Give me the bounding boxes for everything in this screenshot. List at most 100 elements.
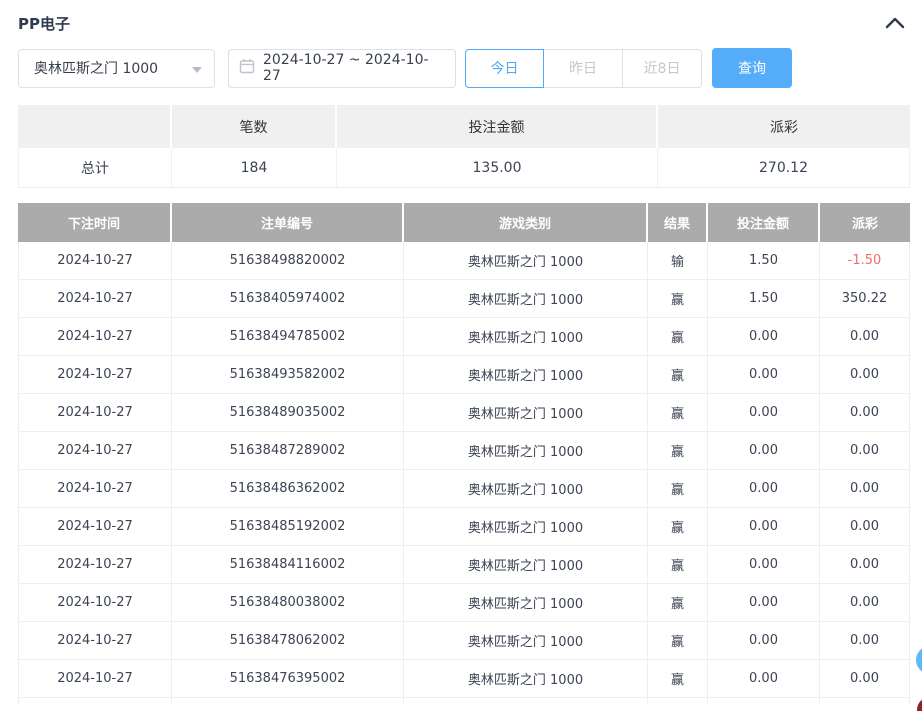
cell-order-no: 51638498820002 xyxy=(172,242,404,280)
cell-result: 赢 xyxy=(648,622,708,660)
cell-game-type: 奥林匹斯之门 1000 xyxy=(404,280,648,318)
detail-table-body: 2024-10-27 51638498820002 奥林匹斯之门 1000 输 … xyxy=(18,242,910,705)
cell-payout xyxy=(820,698,910,705)
collapse-button[interactable] xyxy=(885,14,905,33)
table-row xyxy=(18,698,910,705)
cell-order-no: 51638405974002 xyxy=(172,280,404,318)
cell-bet-amount: 0.00 xyxy=(708,584,820,622)
table-row: 2024-10-27 51638486362002 奥林匹斯之门 1000 赢 … xyxy=(18,470,910,508)
floating-chat-button[interactable] xyxy=(916,646,922,674)
detail-header-bet-time: 下注时间 xyxy=(18,203,172,242)
cell-order-no: 51638480038002 xyxy=(172,584,404,622)
cell-payout: 0.00 xyxy=(820,470,910,508)
cell-bet-time: 2024-10-27 xyxy=(18,356,172,394)
summary-header-empty xyxy=(18,105,172,148)
cell-bet-amount xyxy=(708,698,820,705)
cell-order-no: 51638476395002 xyxy=(172,660,404,698)
cell-bet-amount: 0.00 xyxy=(708,470,820,508)
cell-order-no: 51638489035002 xyxy=(172,394,404,432)
cell-result: 赢 xyxy=(648,394,708,432)
cell-bet-time: 2024-10-27 xyxy=(18,280,172,318)
cell-payout: 350.22 xyxy=(820,280,910,318)
quick-range-group: 今日 昨日 近8日 xyxy=(465,49,702,88)
table-row: 2024-10-27 51638489035002 奥林匹斯之门 1000 赢 … xyxy=(18,394,910,432)
cell-payout: 0.00 xyxy=(820,508,910,546)
cell-payout: 0.00 xyxy=(820,660,910,698)
cell-bet-amount: 0.00 xyxy=(708,356,820,394)
detail-header-row: 下注时间 注单编号 游戏类别 结果 投注金额 派彩 xyxy=(18,203,910,242)
detail-header-bet-amount: 投注金额 xyxy=(708,203,820,242)
quick-range-yesterday[interactable]: 昨日 xyxy=(544,49,623,88)
cell-game-type: 奥林匹斯之门 1000 xyxy=(404,508,648,546)
panel-title: PP电子 xyxy=(18,13,70,34)
cell-order-no xyxy=(172,698,404,705)
cell-payout: 0.00 xyxy=(820,432,910,470)
cell-game-type: 奥林匹斯之门 1000 xyxy=(404,470,648,508)
cell-bet-amount: 0.00 xyxy=(708,660,820,698)
cell-result xyxy=(648,698,708,705)
cell-result: 赢 xyxy=(648,584,708,622)
detail-header-order-no: 注单编号 xyxy=(172,203,404,242)
floating-promo-button[interactable] xyxy=(917,697,922,711)
table-row: 2024-10-27 51638480038002 奥林匹斯之门 1000 赢 … xyxy=(18,584,910,622)
cell-order-no: 51638485192002 xyxy=(172,508,404,546)
summary-table: 笔数 投注金额 派彩 总计 184 135.00 270.12 xyxy=(18,105,910,188)
summary-total-bet-amount: 135.00 xyxy=(337,148,658,188)
cell-order-no: 51638484116002 xyxy=(172,546,404,584)
cell-bet-amount: 0.00 xyxy=(708,394,820,432)
cell-payout: 0.00 xyxy=(820,318,910,356)
cell-bet-amount: 1.50 xyxy=(708,242,820,280)
table-row: 2024-10-27 51638498820002 奥林匹斯之门 1000 输 … xyxy=(18,242,910,280)
cell-payout: 0.00 xyxy=(820,546,910,584)
cell-bet-time: 2024-10-27 xyxy=(18,470,172,508)
game-select[interactable]: 奥林匹斯之门 1000 xyxy=(18,49,215,88)
detail-header-result: 结果 xyxy=(648,203,708,242)
table-row: 2024-10-27 51638484116002 奥林匹斯之门 1000 赢 … xyxy=(18,546,910,584)
summary-total-payout: 270.12 xyxy=(658,148,910,188)
summary-total-label: 总计 xyxy=(18,148,172,188)
table-row: 2024-10-27 51638494785002 奥林匹斯之门 1000 赢 … xyxy=(18,318,910,356)
cell-payout: 0.00 xyxy=(820,584,910,622)
cell-game-type: 奥林匹斯之门 1000 xyxy=(404,622,648,660)
table-row: 2024-10-27 51638405974002 奥林匹斯之门 1000 赢 … xyxy=(18,280,910,318)
date-range-picker[interactable]: 2024-10-27 ~ 2024-10-27 xyxy=(228,49,456,88)
detail-table: 下注时间 注单编号 游戏类别 结果 投注金额 派彩 2024-10-27 516… xyxy=(18,203,910,705)
cell-bet-time: 2024-10-27 xyxy=(18,508,172,546)
cell-payout: 0.00 xyxy=(820,622,910,660)
quick-range-today[interactable]: 今日 xyxy=(465,49,544,88)
detail-header-payout: 派彩 xyxy=(820,203,910,242)
summary-total-row: 总计 184 135.00 270.12 xyxy=(18,148,910,188)
cell-result: 赢 xyxy=(648,356,708,394)
table-row: 2024-10-27 51638476395002 奥林匹斯之门 1000 赢 … xyxy=(18,660,910,698)
cell-bet-time: 2024-10-27 xyxy=(18,318,172,356)
cell-bet-time: 2024-10-27 xyxy=(18,432,172,470)
summary-header-row: 笔数 投注金额 派彩 xyxy=(18,105,910,148)
cell-game-type: 奥林匹斯之门 1000 xyxy=(404,660,648,698)
cell-order-no: 51638494785002 xyxy=(172,318,404,356)
cell-order-no: 51638486362002 xyxy=(172,470,404,508)
cell-bet-time: 2024-10-27 xyxy=(18,622,172,660)
cell-game-type: 奥林匹斯之门 1000 xyxy=(404,318,648,356)
cell-payout: -1.50 xyxy=(820,242,910,280)
filter-bar: 奥林匹斯之门 1000 2024-10-27 ~ 2024-10-27 今日 昨… xyxy=(18,48,922,88)
cell-game-type: 奥林匹斯之门 1000 xyxy=(404,546,648,584)
cell-result: 赢 xyxy=(648,432,708,470)
table-row: 2024-10-27 51638493582002 奥林匹斯之门 1000 赢 … xyxy=(18,356,910,394)
cell-result: 赢 xyxy=(648,318,708,356)
summary-header-bet-amount: 投注金额 xyxy=(337,105,658,148)
cell-bet-amount: 0.00 xyxy=(708,546,820,584)
cell-result: 赢 xyxy=(648,546,708,584)
table-row: 2024-10-27 51638478062002 奥林匹斯之门 1000 赢 … xyxy=(18,622,910,660)
cell-order-no: 51638493582002 xyxy=(172,356,404,394)
search-button[interactable]: 查询 xyxy=(712,48,792,88)
summary-total-count: 184 xyxy=(172,148,337,188)
panel-header: PP电子 xyxy=(0,0,922,34)
quick-range-last8days[interactable]: 近8日 xyxy=(623,49,702,88)
cell-result: 赢 xyxy=(648,280,708,318)
summary-header-payout: 派彩 xyxy=(658,105,910,148)
cell-bet-amount: 0.00 xyxy=(708,508,820,546)
cell-result: 赢 xyxy=(648,508,708,546)
cell-bet-time: 2024-10-27 xyxy=(18,394,172,432)
detail-header-game-type: 游戏类别 xyxy=(404,203,648,242)
cell-payout: 0.00 xyxy=(820,394,910,432)
